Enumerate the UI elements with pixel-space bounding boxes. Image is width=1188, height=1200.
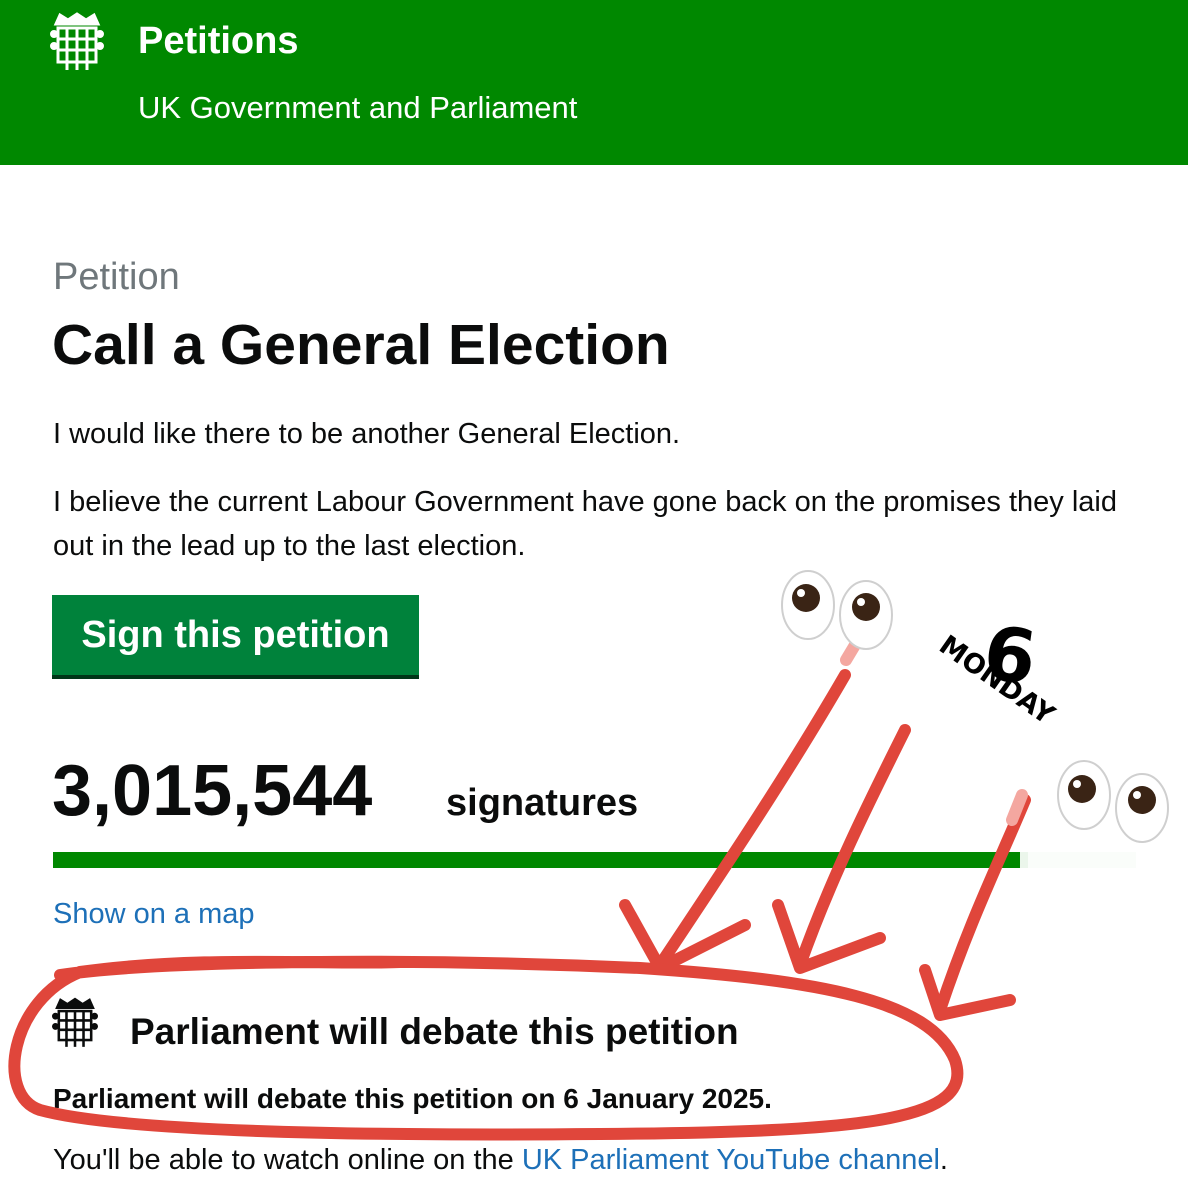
portcullis-icon: [52, 997, 98, 1047]
watch-suffix: .: [939, 1144, 948, 1176]
red-arrow-1: [654, 669, 851, 971]
signature-progress-bar: [53, 852, 1136, 868]
eyes-emoji: [1057, 760, 1169, 843]
red-arrow-2: [794, 724, 911, 971]
watch-prefix: You'll be able to watch online on the: [53, 1144, 522, 1176]
red-arrow-2-head: [772, 899, 886, 974]
watch-online-text: You'll be able to watch online on the UK…: [53, 1138, 948, 1182]
eyes-emoji: [781, 570, 893, 650]
calendar-day: 6: [978, 610, 1041, 702]
youtube-channel-link[interactable]: UK Parliament YouTube channel: [522, 1144, 940, 1176]
red-arrow-1-head: [619, 899, 751, 974]
site-title[interactable]: Petitions: [138, 17, 298, 65]
red-arrow-3: [934, 794, 1031, 1016]
debate-date-text: Parliament will debate this petition on …: [53, 1083, 772, 1114]
sign-petition-button[interactable]: Sign this petition: [52, 595, 419, 679]
site-subtitle: UK Government and Parliament: [138, 90, 578, 125]
petition-details: I believe the current Labour Government …: [53, 486, 1117, 562]
calendar-weekday: MONDAY: [933, 630, 1060, 732]
red-arrow-3-head: [919, 964, 1016, 1021]
petition-summary: I would like there to be another General…: [53, 418, 681, 450]
show-on-map-link[interactable]: Show on a map: [53, 894, 255, 934]
signature-count-label: signatures: [446, 782, 639, 824]
debate-heading: Parliament will debate this petition: [130, 1011, 739, 1052]
signature-progress-fill: [53, 852, 1028, 868]
page-kicker: Petition: [53, 256, 180, 298]
sticker-backgrounds: [735, 560, 1188, 930]
signature-count: 3,015,544: [52, 751, 373, 831]
petition-title: Call a General Election: [52, 313, 670, 377]
portcullis-icon[interactable]: [50, 12, 104, 72]
site-header: Petitions UK Government and Parliament: [0, 0, 1188, 165]
